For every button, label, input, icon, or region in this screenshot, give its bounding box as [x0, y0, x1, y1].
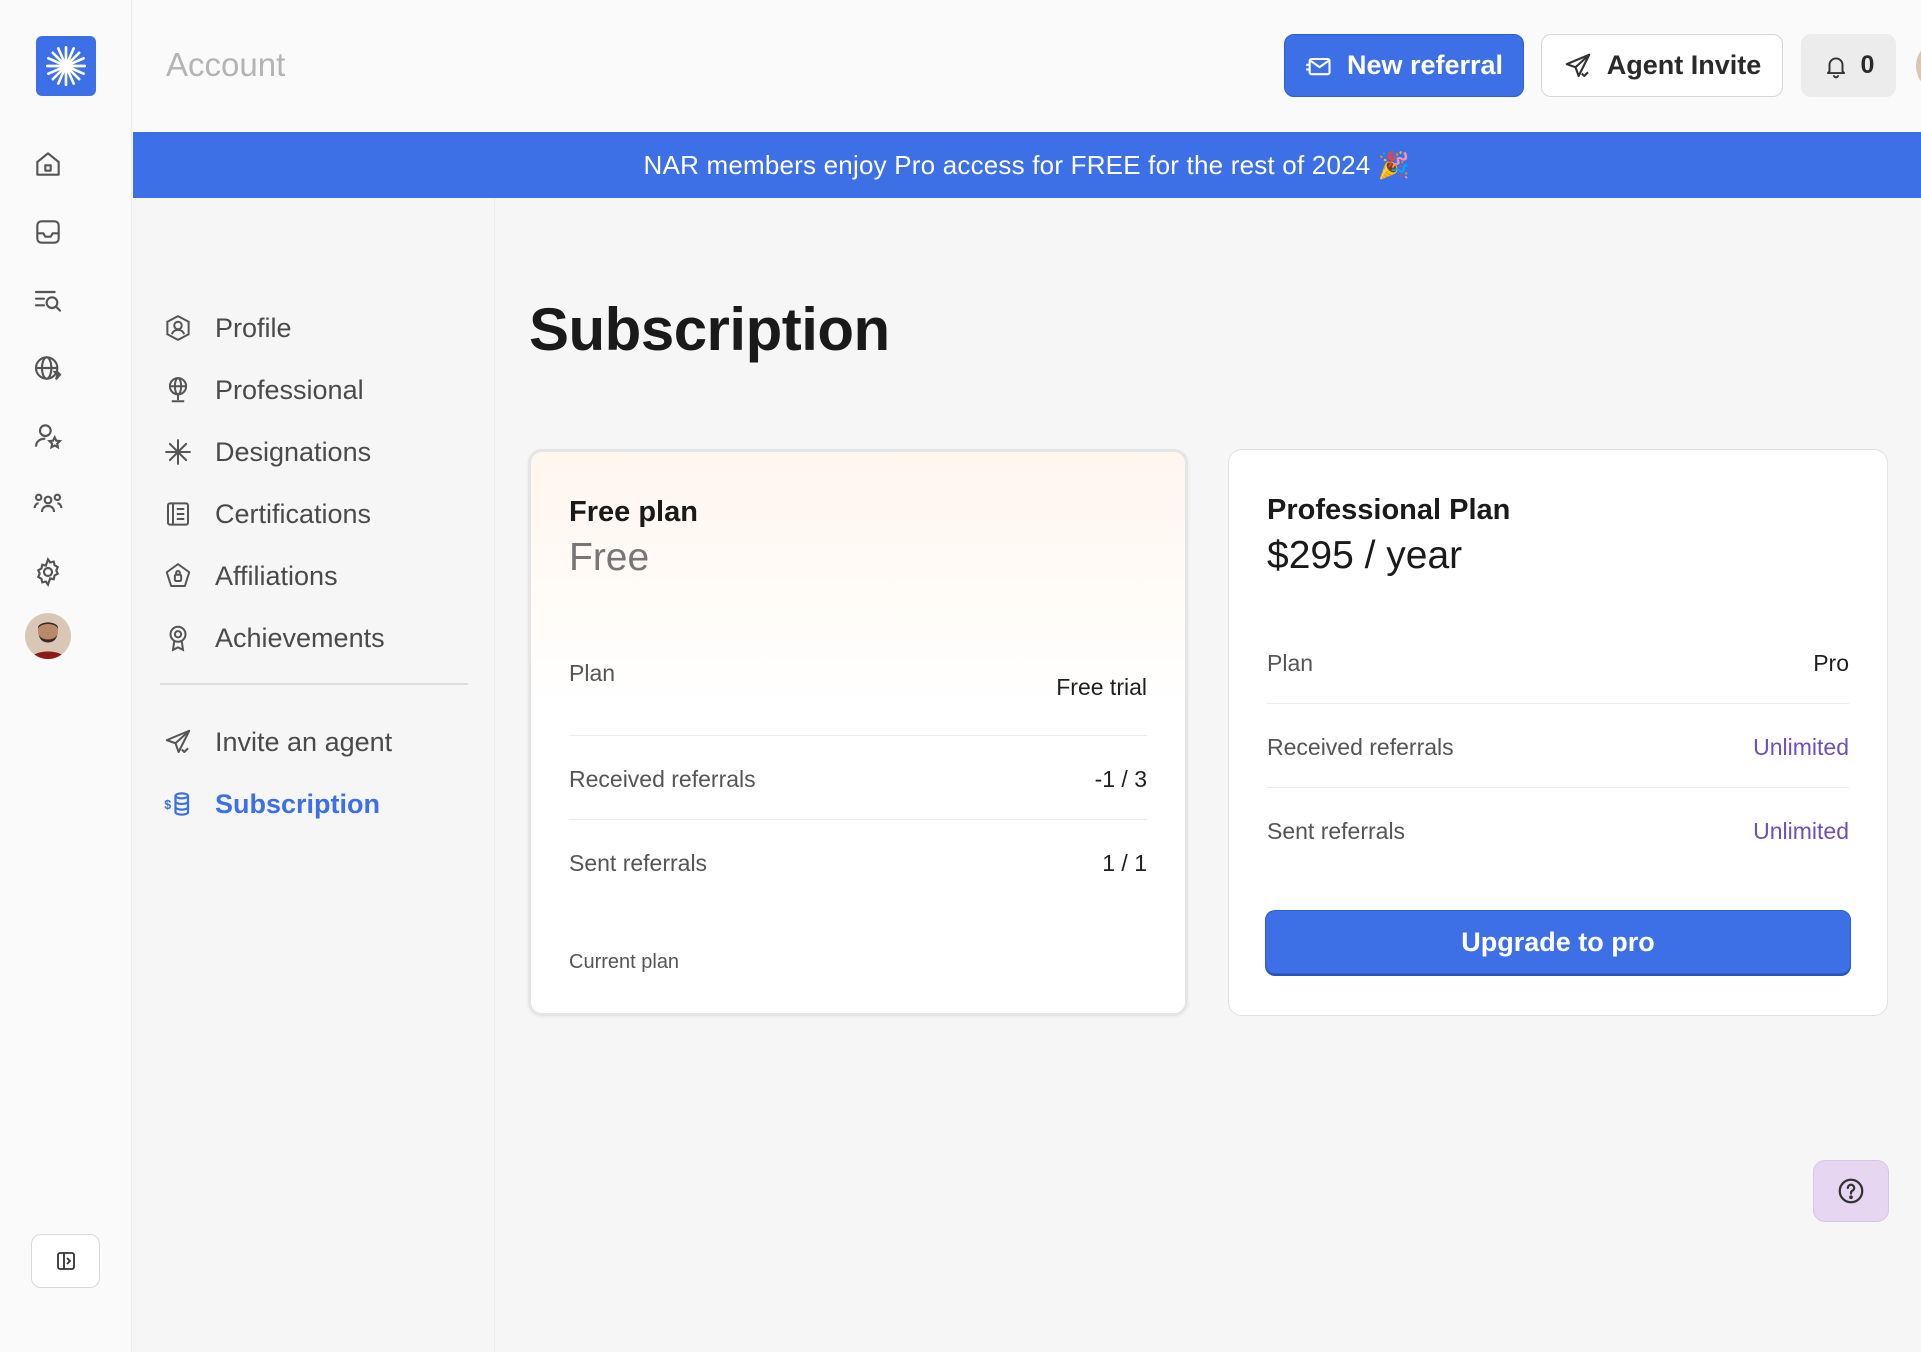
- subnav-item-subscription[interactable]: $ Subscription: [163, 782, 380, 826]
- new-referral-button[interactable]: New referral: [1284, 34, 1524, 97]
- certificate-icon: [167, 502, 189, 526]
- mail-send-icon: [1306, 57, 1331, 75]
- subnav-item-professional[interactable]: Professional: [163, 368, 364, 412]
- plan-row: Plan Pro: [1267, 620, 1849, 704]
- plan-row-value: 1 / 1: [1102, 850, 1147, 876]
- globe-pin-icon: [168, 377, 188, 403]
- subnav-item-designations[interactable]: Designations: [163, 430, 371, 474]
- upgrade-to-pro-button[interactable]: Upgrade to pro: [1265, 910, 1851, 974]
- question-icon: [1838, 1178, 1864, 1204]
- bell-icon: [1826, 56, 1845, 78]
- team-icon[interactable]: [28, 484, 68, 524]
- user-circle-icon: [166, 314, 190, 342]
- badge-icon: [165, 563, 191, 587]
- gear-icon[interactable]: [28, 552, 68, 592]
- user-star-icon[interactable]: [28, 416, 68, 456]
- plan-row-label: Plan: [569, 660, 616, 686]
- page-heading: Account: [166, 46, 286, 83]
- plan-row-value: Unlimited: [1753, 818, 1849, 844]
- svg-text:$: $: [164, 798, 171, 812]
- plan-row-label: Sent referrals: [569, 850, 708, 876]
- subnav-item-achievements[interactable]: Achievements: [163, 616, 385, 660]
- plan-row: Received referrals Unlimited: [1267, 704, 1849, 788]
- plan-name: Free plan: [569, 496, 698, 528]
- subnav-item-certifications[interactable]: Certifications: [163, 492, 371, 536]
- new-referral-label: New referral: [1346, 50, 1504, 80]
- collapse-sidebar-button[interactable]: [31, 1234, 100, 1288]
- app-logo-icon[interactable]: [36, 36, 96, 96]
- plan-row-value: -1 / 3: [1094, 766, 1147, 792]
- plan-row: Received referrals -1 / 3: [569, 736, 1147, 820]
- subnav-item-label: Profile: [215, 312, 292, 343]
- send-icon: [1565, 53, 1591, 77]
- help-button[interactable]: [1813, 1160, 1889, 1222]
- plan-row-value: Pro: [1813, 650, 1849, 676]
- agent-invite-label: Agent Invite: [1606, 50, 1762, 80]
- current-plan-label: Current plan: [569, 951, 680, 973]
- subnav-item-label: Certifications: [215, 498, 372, 529]
- subnav-item-label: Subscription: [215, 788, 381, 819]
- search-list-icon[interactable]: [28, 280, 68, 320]
- send-icon: [165, 729, 191, 753]
- plan-row-value: Free trial: [1056, 674, 1147, 700]
- subnav-item-affiliations[interactable]: Affiliations: [163, 554, 338, 598]
- coins-icon: $: [164, 792, 190, 816]
- top-header: Account New referral Agent Invite 0: [133, 0, 1921, 132]
- asterisk-icon: [165, 439, 191, 465]
- user-avatar[interactable]: [1916, 40, 1921, 92]
- subnav-divider: [160, 683, 468, 685]
- subnav-item-invite-agent[interactable]: Invite an agent: [163, 720, 392, 764]
- plan-row-label: Sent referrals: [1267, 818, 1406, 844]
- notifications-button[interactable]: 0: [1801, 34, 1896, 97]
- plan-name: Professional Plan: [1267, 494, 1511, 526]
- agent-invite-button[interactable]: Agent Invite: [1541, 34, 1783, 97]
- subnav-item-label: Professional: [215, 374, 364, 405]
- promo-banner-text: NAR members enjoy Pro access for FREE fo…: [643, 149, 1411, 180]
- plan-row-value: Unlimited: [1753, 734, 1849, 760]
- page-title: Subscription: [529, 296, 890, 363]
- plan-price: Free: [569, 536, 650, 579]
- subnav-item-label: Affiliations: [215, 560, 338, 591]
- promo-banner: NAR members enjoy Pro access for FREE fo…: [133, 132, 1921, 198]
- account-subnav: Profile Professional Designations Certif…: [133, 198, 495, 1352]
- plan-row: Plan Free trial: [569, 652, 1147, 736]
- plan-row-label: Received referrals: [1267, 734, 1454, 760]
- globe-icon[interactable]: [28, 348, 68, 388]
- subnav-item-label: Invite an agent: [215, 726, 393, 757]
- plan-price: $295 / year: [1267, 534, 1463, 577]
- avatar[interactable]: [25, 613, 71, 659]
- medal-icon: [169, 625, 187, 652]
- plan-row: Sent referrals Unlimited: [1267, 788, 1849, 872]
- pro-plan-card: Professional Plan $295 / year Plan Pro R…: [1228, 449, 1888, 1016]
- notification-count: 0: [1860, 51, 1875, 79]
- subnav-item-label: Achievements: [215, 622, 385, 653]
- subnav-item-profile[interactable]: Profile: [163, 306, 292, 350]
- plan-row-label: Received referrals: [569, 766, 756, 792]
- plan-row-label: Plan: [1267, 650, 1314, 676]
- free-plan-card: Free plan Free Plan Free trial Received …: [528, 449, 1188, 1016]
- subnav-item-label: Designations: [215, 436, 372, 467]
- plan-row: Sent referrals 1 / 1: [569, 820, 1147, 904]
- home-icon[interactable]: [28, 144, 68, 184]
- inbox-icon[interactable]: [28, 212, 68, 252]
- app-rail: [0, 0, 132, 1352]
